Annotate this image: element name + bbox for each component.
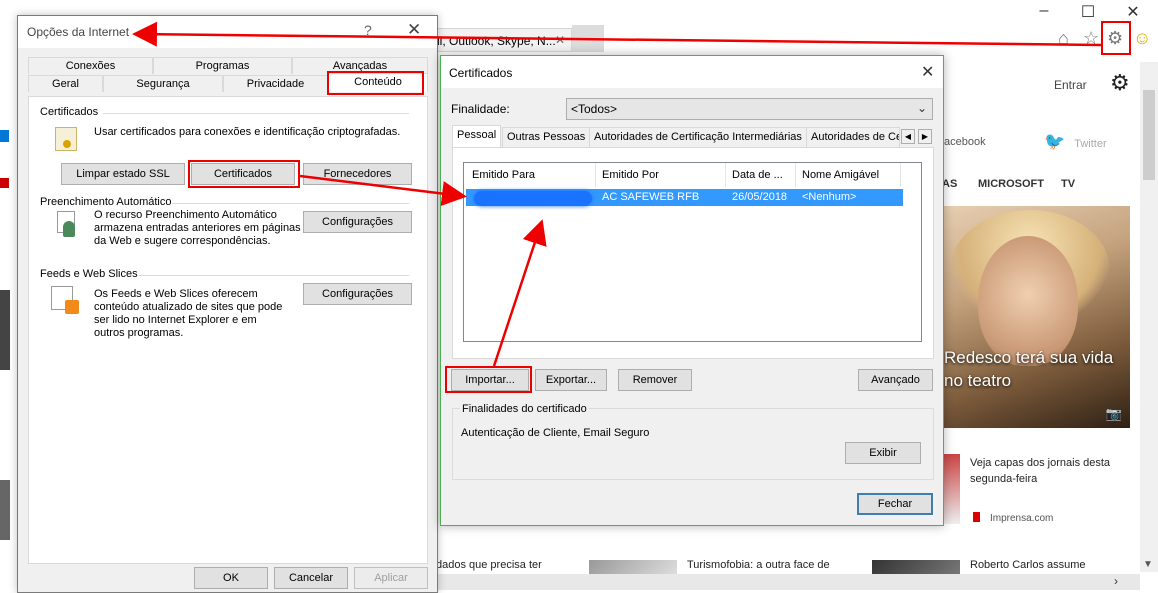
arrow-import-to-list (492, 219, 547, 367)
arrow-certificates-to-list (299, 174, 467, 206)
arrow-gear-to-options (132, 21, 1102, 47)
annotation-arrows (132, 21, 1102, 367)
